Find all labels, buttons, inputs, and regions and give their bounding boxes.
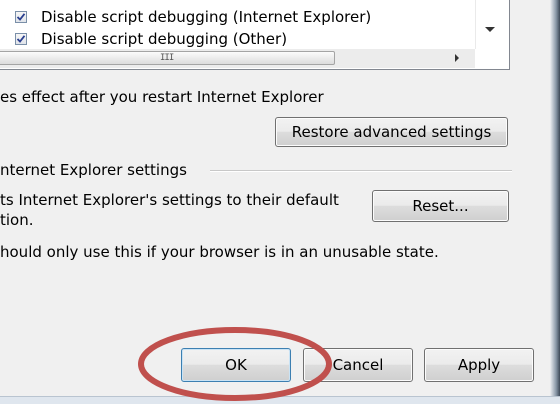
list-item-label: Disable script debugging (Other)	[41, 30, 288, 48]
advanced-settings-list[interactable]: Disable script debugging (Internet Explo…	[0, 0, 510, 70]
restore-advanced-settings-button[interactable]: Restore advanced settings	[275, 117, 508, 147]
cancel-button[interactable]: Cancel	[303, 348, 413, 382]
list-item[interactable]: Disable script debugging (Other)	[0, 29, 477, 49]
reset-description-line2: tion.	[0, 211, 34, 229]
scroll-right-arrow-icon[interactable]	[455, 54, 459, 62]
reset-warning: hould only use this if your browser is i…	[0, 243, 439, 261]
scroll-grip-icon: III	[160, 53, 174, 63]
group-divider	[210, 170, 512, 172]
apply-button[interactable]: Apply	[424, 348, 534, 382]
reset-group-title: nternet Explorer settings	[0, 161, 187, 179]
list-item-label: Disable script debugging (Internet Explo…	[41, 8, 372, 26]
vertical-scrollbar[interactable]	[475, 0, 505, 49]
reset-description-line1: ts Internet Explorer's settings to their…	[0, 191, 339, 209]
reset-button[interactable]: Reset...	[372, 190, 509, 222]
list-item[interactable]: Disable script debugging (Internet Explo…	[0, 7, 477, 27]
scroll-down-arrow-icon[interactable]	[485, 27, 495, 32]
horizontal-scroll-thumb[interactable]: III	[0, 51, 335, 65]
ok-button[interactable]: OK	[181, 348, 291, 382]
window-edge	[550, 0, 560, 403]
checkmark-icon	[16, 35, 26, 43]
checkbox[interactable]	[15, 11, 27, 23]
checkbox[interactable]	[15, 33, 27, 45]
horizontal-scrollbar[interactable]: III	[0, 49, 475, 68]
restart-note: es effect after you restart Internet Exp…	[0, 88, 324, 106]
checkmark-icon	[16, 13, 26, 21]
